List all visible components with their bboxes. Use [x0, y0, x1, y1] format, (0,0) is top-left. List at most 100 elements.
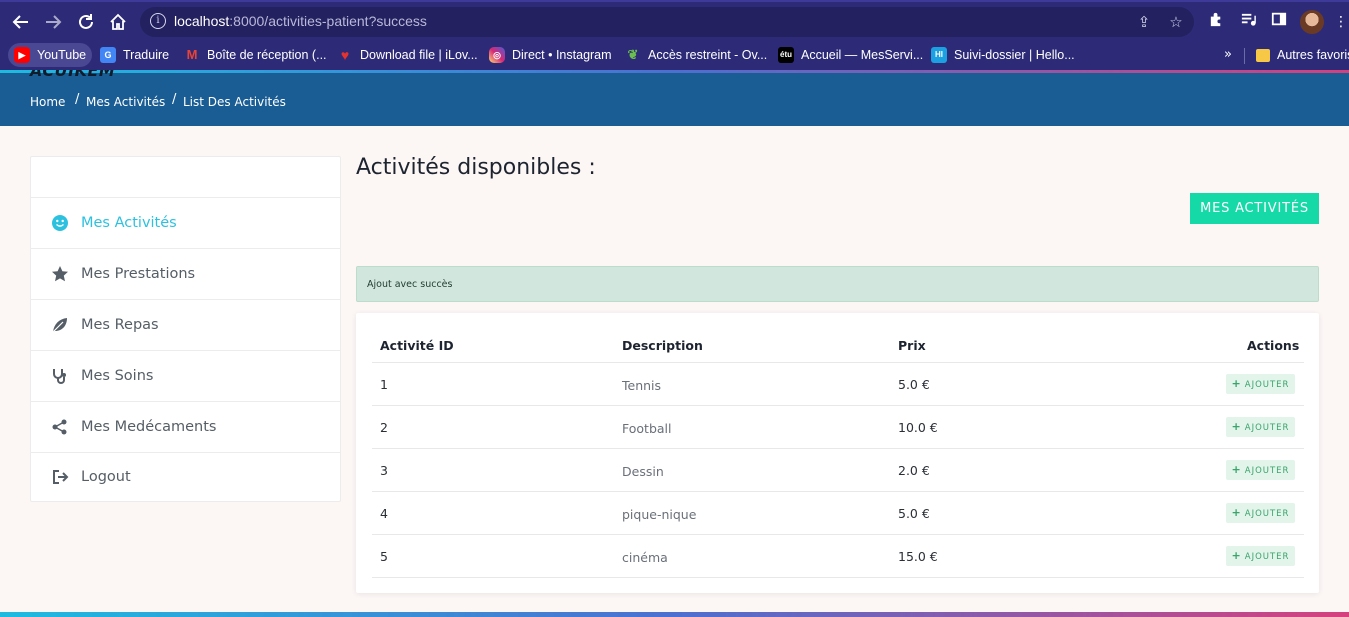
cell-prix: 5.0 €: [898, 506, 930, 521]
bookmark-gmail[interactable]: M Boîte de réception (...: [184, 43, 327, 67]
breadcrumb-home[interactable]: Home: [30, 95, 65, 109]
table-divider: [372, 362, 1304, 363]
cell-prix: 15.0 €: [898, 549, 938, 564]
bookmark-label: Accès restreint - Ov...: [648, 48, 768, 62]
leaf-icon: [51, 316, 69, 334]
sidebar-panel-icon[interactable]: [1269, 11, 1289, 31]
sidebar-item-mes-activites[interactable]: Mes Activités: [31, 198, 340, 249]
plus-icon: +: [1231, 463, 1242, 476]
address-bar[interactable]: i localhost:8000/activities-patient?succ…: [140, 7, 1194, 37]
cell-activity-id: 4: [380, 506, 388, 521]
breadcrumb-mes-activites[interactable]: Mes Activités: [86, 95, 165, 109]
table-row-divider: [372, 534, 1304, 535]
bookmark-acces-restreint[interactable]: ❦ Accès restreint - Ov...: [625, 43, 768, 67]
smile-icon: [51, 214, 69, 232]
logout-icon: [51, 468, 69, 486]
heart-icon: ♥: [340, 47, 350, 63]
hi-icon: HI: [931, 47, 947, 63]
sidebar-item-label: Mes Activités: [81, 215, 177, 231]
bookmark-label: Suivi-dossier | Hello...: [954, 48, 1075, 62]
page-title: Activités disponibles :: [356, 155, 596, 180]
url-text[interactable]: localhost:8000/activities-patient?succes…: [174, 13, 427, 29]
ajouter-button[interactable]: + AJOUTER: [1226, 503, 1295, 523]
translate-icon: G: [100, 47, 116, 63]
leaf-icon: ❦: [627, 47, 639, 62]
bookmark-label: Traduire: [123, 48, 170, 62]
sidebar-item-label: Mes Soins: [81, 368, 154, 384]
bookmark-star-icon[interactable]: ☆: [1167, 13, 1185, 31]
cell-prix: 2.0 €: [898, 463, 930, 478]
success-alert: Ajout avec succès: [356, 266, 1319, 302]
cell-description: Tennis: [622, 378, 662, 393]
cell-description: Dessin: [622, 464, 664, 479]
gmail-icon: M: [186, 47, 198, 62]
bookmark-messervices[interactable]: étu Accueil — MesServi...: [778, 43, 923, 67]
bookmark-traduire[interactable]: G Traduire: [100, 43, 169, 67]
alert-text: Ajout avec succès: [367, 279, 453, 290]
sidebar-item-mes-medecaments[interactable]: Mes Medécaments: [31, 402, 340, 453]
sidebar-item-mes-repas[interactable]: Mes Repas: [31, 300, 340, 351]
ajouter-label: AJOUTER: [1244, 466, 1290, 476]
ajouter-label: AJOUTER: [1244, 552, 1290, 562]
sidebar-menu: Mes Activités Mes Prestations Mes Repas …: [30, 156, 341, 502]
youtube-icon: ▶: [14, 47, 30, 63]
ajouter-button[interactable]: + AJOUTER: [1226, 417, 1295, 437]
sidebar-item-mes-prestations[interactable]: Mes Prestations: [31, 249, 340, 300]
bookmark-label: Boîte de réception (...: [207, 48, 327, 62]
breadcrumb-current: List Des Activités: [183, 95, 286, 109]
bookmark-folder-other[interactable]: Autres favoris: [1256, 43, 1349, 67]
star-icon: [51, 265, 69, 283]
stethoscope-icon: [51, 367, 69, 385]
bookmark-label: Direct • Instagram: [512, 48, 612, 62]
sidebar-header: [31, 157, 340, 198]
share-page-icon[interactable]: ⇪: [1135, 13, 1153, 31]
extensions-puzzle-icon[interactable]: [1206, 11, 1226, 31]
sidebar-item-label: Logout: [81, 469, 131, 485]
footer-gradient-bar: [0, 612, 1349, 617]
bookmarks-bar: ▶ YouTube G Traduire M Boîte de réceptio…: [0, 40, 1349, 70]
sidebar-item-label: Mes Repas: [81, 317, 159, 333]
sidebar-item-logout[interactable]: Logout: [31, 453, 340, 501]
cell-description: pique-nique: [622, 507, 697, 522]
bookmarks-divider: [1244, 48, 1245, 64]
cell-activity-id: 5: [380, 549, 388, 564]
bookmark-instagram[interactable]: ◎ Direct • Instagram: [489, 43, 612, 67]
home-icon[interactable]: [105, 9, 131, 35]
forward-arrow-icon[interactable]: [40, 9, 66, 35]
etu-icon: étu: [778, 47, 794, 63]
gradient-bar: [0, 70, 1349, 73]
bookmark-label: Autres favoris: [1277, 48, 1349, 62]
cell-description: cinéma: [622, 550, 668, 565]
top-accent-strip: ACUIKEM: [0, 70, 1349, 78]
sidebar-item-mes-soins[interactable]: Mes Soins: [31, 351, 340, 402]
column-header-description: Description: [622, 338, 703, 353]
mes-activites-button[interactable]: MES ACTIVITÉS: [1190, 193, 1319, 224]
site-info-icon[interactable]: i: [150, 13, 166, 29]
bookmark-suivi-dossier[interactable]: HI Suivi-dossier | Hello...: [931, 43, 1075, 67]
cell-prix: 5.0 €: [898, 377, 930, 392]
table-row-divider: [372, 577, 1304, 578]
back-arrow-icon[interactable]: [8, 9, 34, 35]
plus-icon: +: [1231, 377, 1242, 390]
bookmark-youtube[interactable]: ▶ YouTube: [8, 43, 93, 67]
share-icon: [51, 418, 69, 436]
ajouter-button[interactable]: + AJOUTER: [1226, 546, 1295, 566]
column-header-id: Activité ID: [380, 338, 454, 353]
more-bookmarks-icon[interactable]: »: [1224, 47, 1232, 62]
browser-toolbar: i localhost:8000/activities-patient?succ…: [0, 0, 1349, 40]
sidebar-item-label: Mes Medécaments: [81, 419, 217, 435]
ajouter-button[interactable]: + AJOUTER: [1226, 460, 1295, 480]
bookmark-label: Download file | iLov...: [360, 48, 478, 62]
table-row-divider: [372, 491, 1304, 492]
bookmark-ilovepdf[interactable]: ♥ Download file | iLov...: [337, 43, 478, 67]
profile-avatar[interactable]: [1300, 10, 1324, 34]
plus-icon: +: [1231, 549, 1242, 562]
instagram-icon: ◎: [489, 47, 505, 63]
media-queue-icon[interactable]: [1238, 11, 1258, 31]
folder-icon: [1256, 48, 1270, 62]
table-row-divider: [372, 448, 1304, 449]
reload-icon[interactable]: [73, 9, 99, 35]
site-logo[interactable]: ACUIKEM: [30, 70, 115, 78]
ajouter-button[interactable]: + AJOUTER: [1226, 374, 1295, 394]
browser-menu-icon[interactable]: ⋮: [1334, 12, 1348, 32]
